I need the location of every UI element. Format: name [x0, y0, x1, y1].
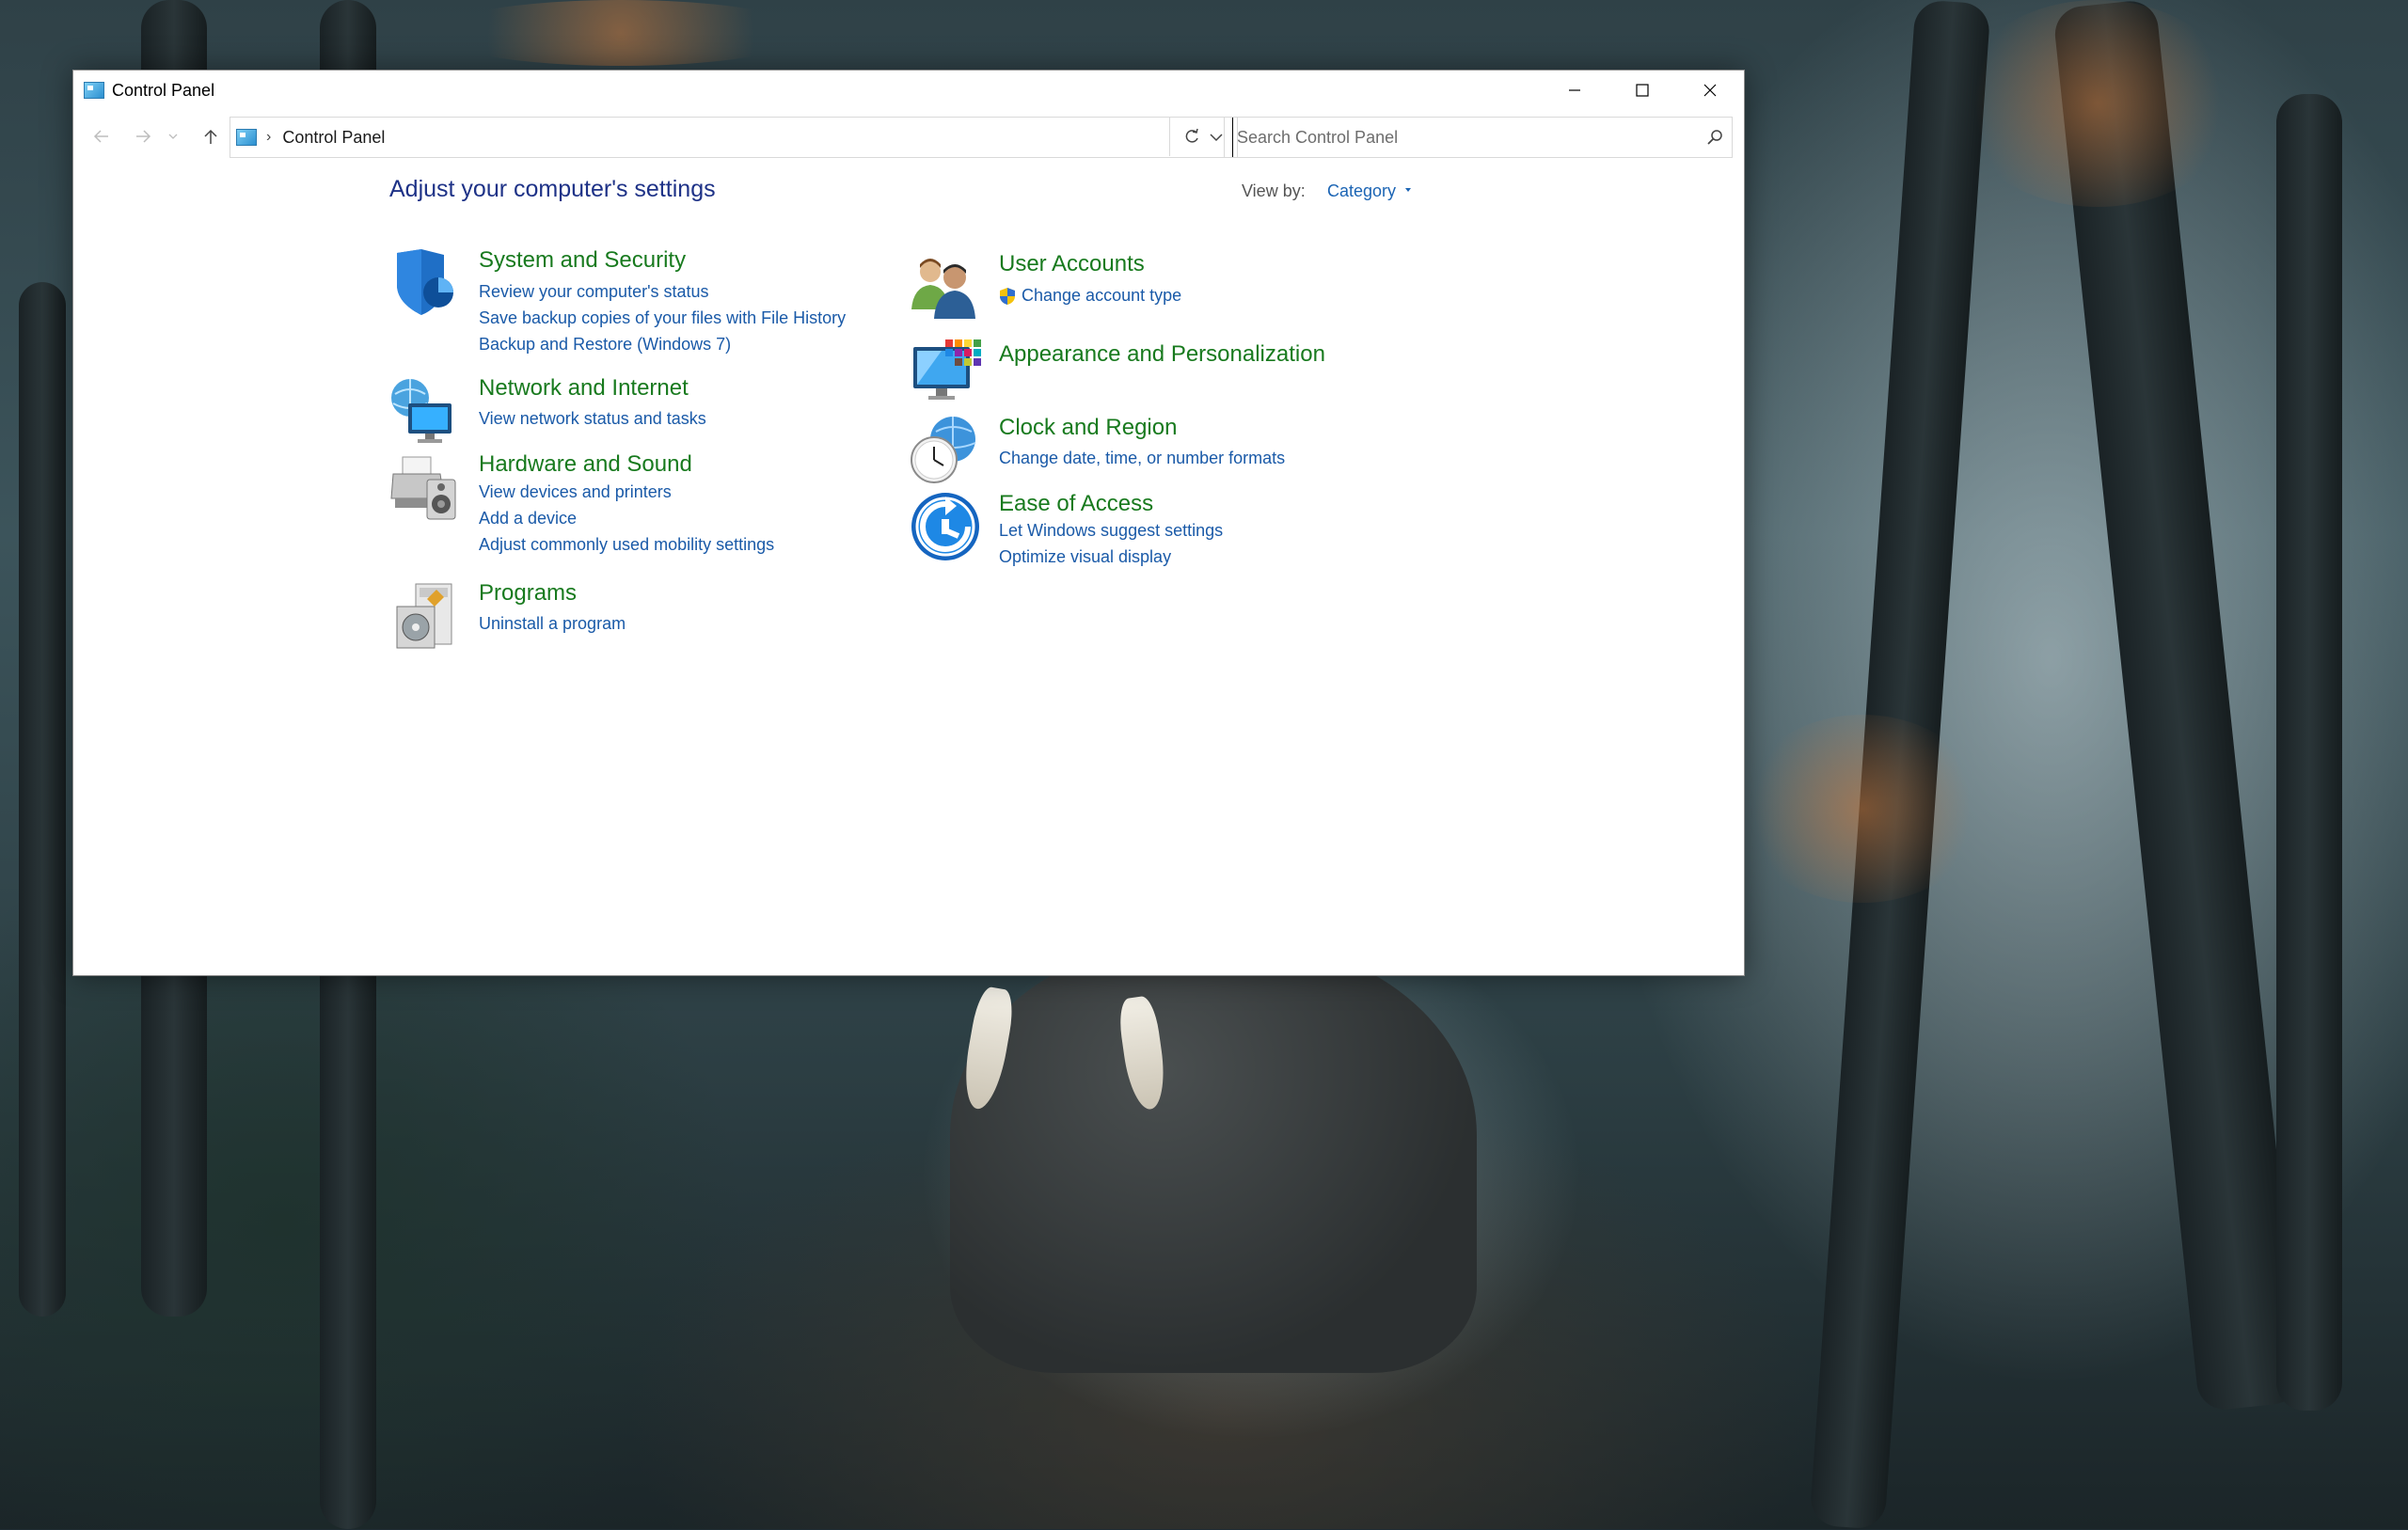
link-add-device[interactable]: Add a device: [479, 509, 577, 528]
category-title[interactable]: Hardware and Sound: [479, 451, 692, 478]
minimize-icon: [1569, 89, 1580, 91]
search-input[interactable]: [1232, 118, 1690, 157]
category-system-security: System and Security Review your computer…: [389, 247, 897, 360]
category-appearance-personalization: Appearance and Personalization: [910, 338, 1474, 413]
link-review-status[interactable]: Review your computer's status: [479, 282, 709, 302]
address-bar[interactable]: › Control Panel: [230, 117, 1238, 158]
network-icon[interactable]: [389, 375, 461, 447]
category-clock-region: Clock and Region Change date, time, or n…: [910, 415, 1474, 490]
elephant: [950, 940, 1477, 1373]
autumn-leaves: [1740, 715, 1985, 903]
forward-arrow-icon: [136, 130, 151, 143]
back-button[interactable]: [87, 121, 117, 151]
tree-trunk: [2276, 94, 2342, 1411]
printer-speaker-icon[interactable]: [389, 451, 461, 523]
autumn-leaves: [433, 0, 809, 66]
link-uninstall-program[interactable]: Uninstall a program: [479, 614, 626, 634]
control-panel-window: Control Panel › Control Panel Search Con…: [72, 70, 1745, 976]
breadcrumb-control-panel[interactable]: Control Panel: [282, 128, 385, 148]
refresh-button[interactable]: [1169, 117, 1212, 156]
autumn-leaves: [1956, 0, 2239, 207]
maximize-button[interactable]: [1608, 71, 1676, 110]
link-mobility-settings[interactable]: Adjust commonly used mobility settings: [479, 535, 774, 555]
category-title[interactable]: System and Security: [479, 247, 686, 274]
forward-button[interactable]: [128, 121, 158, 151]
programs-icon[interactable]: [389, 580, 461, 652]
link-file-history[interactable]: Save backup copies of your files with Fi…: [479, 308, 846, 328]
category-hardware-sound: Hardware and Sound View devices and prin…: [389, 451, 897, 564]
up-arrow-icon: [204, 129, 217, 144]
uac-shield-icon: [1000, 288, 1015, 305]
main-content: Adjust your computer's settings View by:…: [73, 163, 1744, 975]
refresh-icon: [1185, 128, 1198, 143]
minimize-button[interactable]: [1541, 71, 1608, 110]
close-button[interactable]: [1676, 71, 1744, 110]
view-by-label: View by:: [1242, 181, 1306, 200]
maximize-icon: [1636, 84, 1649, 97]
link-windows-suggest-settings[interactable]: Let Windows suggest settings: [999, 521, 1223, 541]
search-icon[interactable]: [1705, 128, 1724, 147]
category-programs: Programs Uninstall a program: [389, 580, 897, 655]
control-panel-icon: [236, 129, 257, 146]
tree-trunk: [2052, 0, 2304, 1412]
link-backup-restore[interactable]: Backup and Restore (Windows 7): [479, 335, 731, 355]
close-icon: [1703, 84, 1717, 97]
view-by-dropdown[interactable]: Category: [1327, 181, 1396, 201]
ease-of-access-icon[interactable]: [910, 491, 981, 562]
category-title[interactable]: Clock and Region: [999, 415, 1177, 441]
page-title: Adjust your computer's settings: [389, 176, 716, 202]
breadcrumb-separator-icon[interactable]: ›: [266, 129, 271, 146]
category-network-internet: Network and Internet View network status…: [389, 375, 897, 450]
link-change-account-type[interactable]: Change account type: [1022, 286, 1181, 306]
link-optimize-visual-display[interactable]: Optimize visual display: [999, 547, 1171, 567]
link-devices-printers[interactable]: View devices and printers: [479, 482, 672, 502]
recent-locations-button[interactable]: [164, 121, 182, 151]
clock-globe-icon[interactable]: [910, 415, 981, 486]
control-panel-icon: [84, 82, 104, 99]
window-title: Control Panel: [112, 80, 215, 100]
link-network-status[interactable]: View network status and tasks: [479, 409, 706, 429]
category-title[interactable]: Programs: [479, 580, 577, 607]
search-box[interactable]: [1224, 117, 1733, 158]
category-title[interactable]: Network and Internet: [479, 375, 689, 402]
users-icon[interactable]: [910, 251, 981, 323]
category-user-accounts: User Accounts Change account type: [910, 251, 1474, 326]
title-bar[interactable]: Control Panel: [73, 71, 1744, 110]
monitor-palette-icon[interactable]: [910, 338, 981, 409]
chevron-down-icon: [168, 134, 178, 139]
navigation-bar: › Control Panel: [73, 110, 1744, 163]
back-arrow-icon: [93, 130, 108, 143]
category-title[interactable]: Ease of Access: [999, 491, 1153, 517]
shield-icon[interactable]: [389, 247, 461, 319]
up-button[interactable]: [196, 121, 226, 151]
category-ease-of-access: Ease of Access Let Windows suggest setti…: [910, 491, 1474, 585]
link-date-time-formats[interactable]: Change date, time, or number formats: [999, 449, 1285, 468]
tree-trunk: [19, 282, 66, 1317]
caret-down-icon[interactable]: [1405, 188, 1411, 192]
category-title[interactable]: Appearance and Personalization: [999, 341, 1325, 368]
category-title[interactable]: User Accounts: [999, 251, 1145, 277]
window-controls: [1541, 71, 1744, 110]
